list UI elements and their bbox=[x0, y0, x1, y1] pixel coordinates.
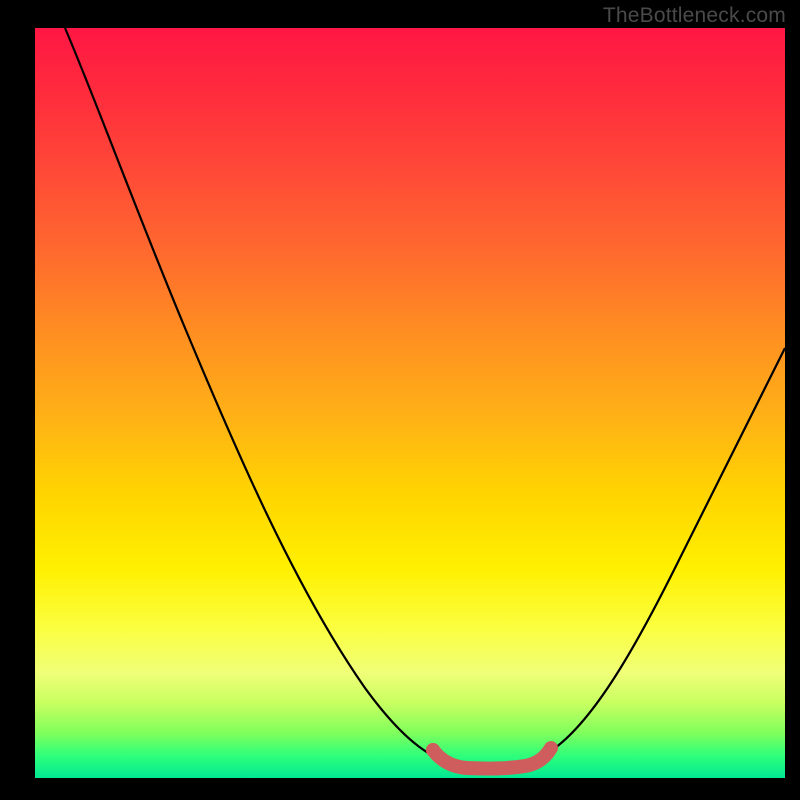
bottleneck-curve bbox=[65, 28, 785, 767]
optimal-band bbox=[433, 748, 551, 769]
chart-svg bbox=[35, 28, 785, 778]
chart-frame: TheBottleneck.com bbox=[0, 0, 800, 800]
band-start-dot bbox=[426, 743, 440, 757]
watermark-text: TheBottleneck.com bbox=[603, 4, 786, 28]
plot-area bbox=[35, 28, 785, 778]
